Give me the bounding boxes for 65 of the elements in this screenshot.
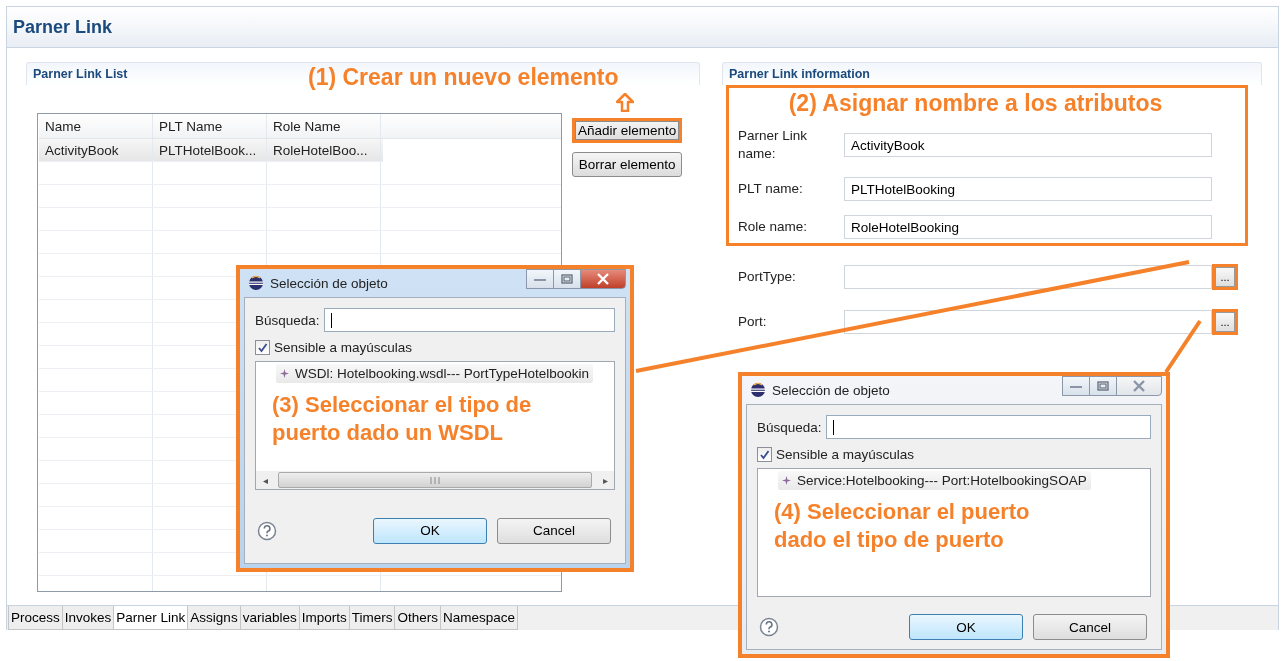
dialog-title: Selección de objeto [270, 275, 389, 291]
minimize-icon [1069, 383, 1083, 389]
maximize-button[interactable] [553, 269, 581, 289]
field-label: PLT name: [738, 180, 804, 198]
list-item[interactable]: Service:Hotelbooking--- Port:HotelbookingSOAP [778, 471, 1091, 490]
field-label: PortType: [738, 268, 797, 286]
list-item-text: WSDl: Hotelbooking.wsdl--- PortTypeHotelbookin [295, 366, 590, 381]
dialog-button[interactable]: Cancel [497, 517, 611, 544]
input-field[interactable]: PLTHotelBooking [844, 177, 1212, 201]
search-field[interactable] [323, 308, 615, 332]
checkbox-label: Sensible a mayúsculas [776, 447, 915, 462]
help-icon[interactable] [257, 520, 277, 541]
checkbox[interactable] [255, 340, 270, 355]
annotation-text: (4) Seleccionar el puerto dado el tipo de puerto [774, 498, 1031, 554]
table-row[interactable]: ActivityBook PLTHotelBook... RoleHotelBoo... [39, 139, 383, 162]
sparkle-icon [280, 369, 289, 378]
close-button[interactable] [580, 269, 626, 289]
horizontal-scrollbar[interactable]: ◂ ▸ [256, 471, 614, 489]
field-label: Port: [738, 313, 768, 331]
scroll-right-arrow[interactable]: ▸ [596, 474, 614, 486]
column-header[interactable]: Role Name [267, 114, 381, 138]
close-icon [596, 273, 610, 285]
input-field[interactable]: RoleHotelBooking [844, 215, 1212, 239]
app-icon [750, 382, 766, 398]
input-field[interactable] [844, 265, 1212, 289]
annotation-text: (2) Asignar nombre a los atributos [787, 90, 1164, 117]
section-title: Parner Link List [33, 67, 128, 81]
field-label: Parner Link name: [738, 127, 809, 163]
maximize-icon [561, 274, 573, 284]
field-label: Role name: [738, 218, 809, 236]
list-item[interactable]: WSDl: Hotelbooking.wsdl--- PortTypeHotelbookin [276, 364, 594, 383]
search-label: Búsqueda: [255, 312, 320, 328]
grip-icon [429, 476, 441, 484]
dialog-title: Selección de objeto [772, 382, 891, 398]
section-title: Parner Link information [729, 67, 870, 81]
input-field[interactable] [844, 310, 1212, 334]
checkbox-label: Sensible a mayúsculas [274, 340, 413, 355]
column-header[interactable]: PLT Name [153, 114, 267, 138]
annotation-text: (3) Seleccionar el tipo de puerto dado un WSDL [272, 391, 533, 447]
table-cell: PLTHotelBook... [153, 139, 267, 161]
minimize-icon [533, 276, 547, 282]
up-arrow-icon [616, 93, 634, 112]
sparkle-icon [782, 476, 791, 485]
tab[interactable]: Parner Link [113, 606, 189, 630]
scroll-thumb[interactable] [278, 472, 592, 488]
page-title: Parner Link [13, 16, 113, 38]
browse-button[interactable]: ... [1212, 309, 1238, 335]
browse-button[interactable]: ... [1212, 264, 1238, 290]
dialog-button[interactable]: OK [373, 517, 487, 544]
search-label: Búsqueda: [757, 419, 822, 435]
action-button[interactable]: Borrar elemento [572, 152, 683, 177]
maximize-icon [1097, 381, 1109, 391]
action-button[interactable]: Añadir elemento [572, 118, 683, 143]
annotation-text: (1) Crear un nuevo elemento [308, 64, 619, 91]
column-header[interactable]: Name [39, 114, 153, 138]
scroll-left-arrow[interactable]: ◂ [256, 474, 274, 486]
input-field[interactable]: ActivityBook [844, 133, 1212, 157]
table-cell: ActivityBook [39, 139, 153, 161]
list-item-text: Service:Hotelbooking--- Port:HotelbookingSOAP [797, 473, 1087, 488]
minimize-button[interactable] [526, 269, 554, 289]
app-icon [248, 275, 264, 291]
tab[interactable]: Namespace [439, 606, 518, 630]
tab[interactable]: Process [8, 606, 63, 630]
table-cell: RoleHotelBoo... [267, 139, 381, 161]
close-icon [1132, 380, 1146, 392]
